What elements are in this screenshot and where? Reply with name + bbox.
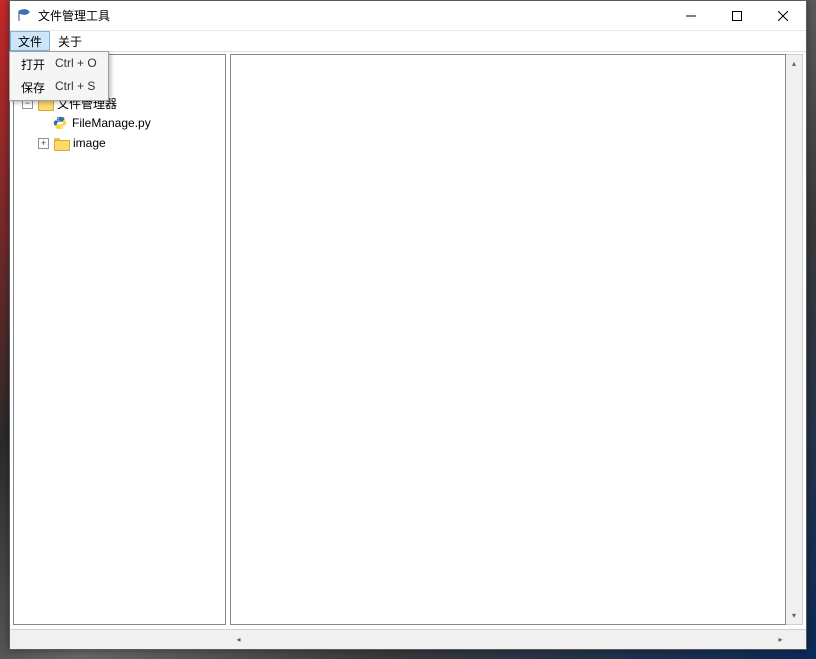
titlebar: 文件管理工具 [10, 1, 806, 31]
menu-item-label: 保存 [21, 79, 55, 96]
folder-icon [53, 136, 69, 150]
menu-item-accelerator: Ctrl + S [55, 79, 95, 96]
window-controls [668, 1, 806, 30]
resize-grip[interactable] [789, 631, 806, 648]
menu-about-label: 关于 [58, 33, 82, 50]
content-area: − 文件管理器 FileManage.py + image [10, 52, 806, 629]
scroll-right-icon[interactable]: ▸ [772, 631, 789, 648]
app-icon [16, 8, 32, 24]
vertical-scrollbar[interactable]: ▴ ▾ [786, 54, 803, 625]
app-window: 文件管理工具 文件 关于 − 文件管理器 [9, 0, 807, 650]
scroll-up-icon[interactable]: ▴ [786, 55, 802, 72]
tree-item-file[interactable]: FileManage.py [14, 113, 225, 133]
maximize-button[interactable] [714, 1, 760, 31]
python-file-icon [52, 116, 68, 130]
tree-item-label: FileManage.py [72, 116, 151, 130]
window-title: 文件管理工具 [38, 7, 668, 24]
minimize-button[interactable] [668, 1, 714, 31]
menu-item-open[interactable]: 打开 Ctrl + O [11, 53, 107, 76]
editor-pane: ▴ ▾ [230, 54, 803, 625]
menu-item-accelerator: Ctrl + O [55, 56, 97, 73]
menu-item-label: 打开 [21, 56, 55, 73]
menu-item-save[interactable]: 保存 Ctrl + S [11, 76, 107, 99]
scroll-down-icon[interactable]: ▾ [786, 607, 802, 624]
statusbar: ◂ ▸ [10, 629, 806, 649]
horizontal-scrollbar[interactable]: ◂ ▸ [230, 631, 789, 648]
text-editor[interactable] [230, 54, 786, 625]
tree-item-folder[interactable]: + image [14, 133, 225, 153]
close-button[interactable] [760, 1, 806, 31]
expand-icon[interactable]: + [38, 138, 49, 149]
menu-about[interactable]: 关于 [50, 31, 90, 51]
tree-item-label: image [73, 136, 106, 150]
file-tree-pane[interactable]: − 文件管理器 FileManage.py + image [13, 54, 226, 625]
scroll-left-icon[interactable]: ◂ [230, 631, 247, 648]
menu-file[interactable]: 文件 [10, 31, 50, 51]
menu-file-label: 文件 [18, 33, 42, 50]
file-menu-dropdown: 打开 Ctrl + O 保存 Ctrl + S [9, 51, 109, 101]
menubar: 文件 关于 [10, 31, 806, 52]
